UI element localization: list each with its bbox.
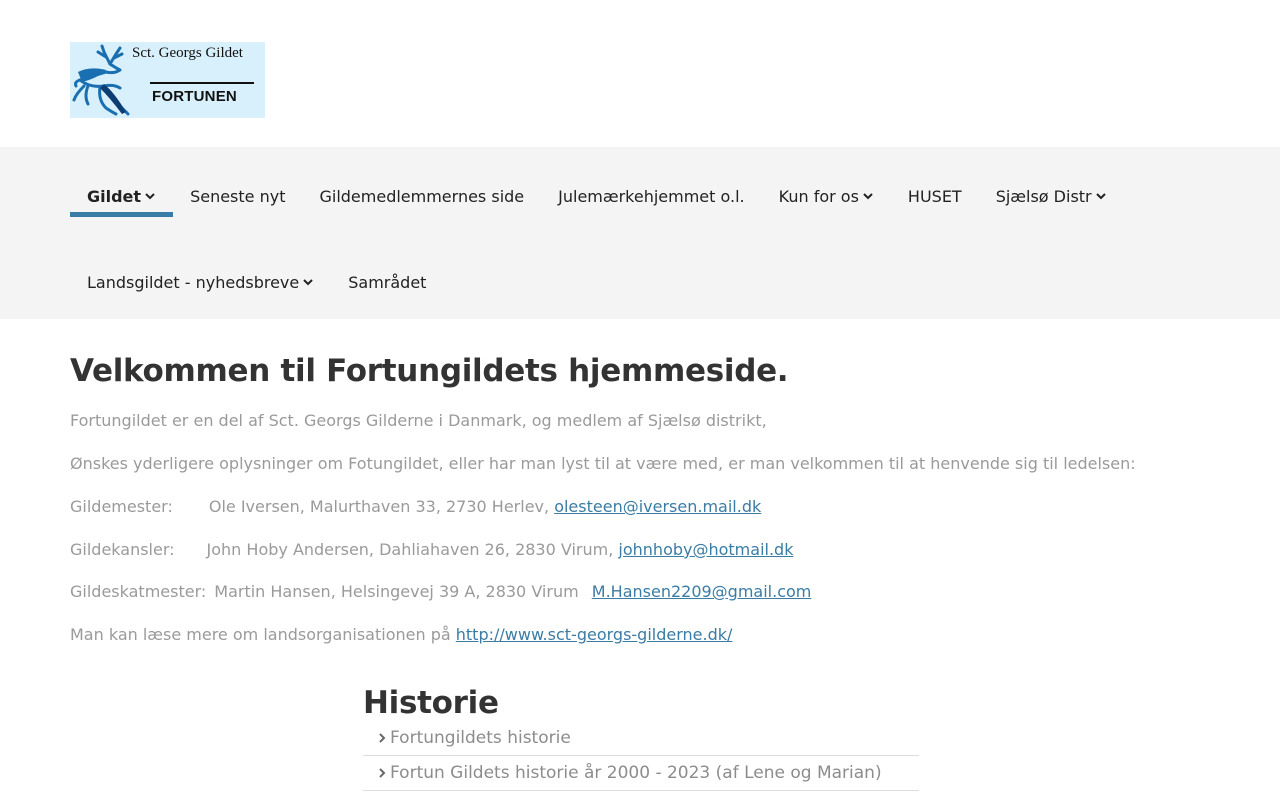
email-link-gildeskatmester[interactable]: M.Hansen2209@gmail.com bbox=[592, 582, 812, 601]
logo-title: Sct. Georgs Gildet bbox=[132, 45, 243, 61]
nav-item-huset[interactable]: HUSET bbox=[891, 176, 979, 216]
chevron-down-icon bbox=[863, 193, 873, 200]
contact-details: John Hoby Andersen, Dahliahaven 26, 2830… bbox=[206, 540, 614, 559]
history-title: Historie bbox=[363, 685, 499, 721]
main-navigation: Gildet Seneste nyt Gildemedlemmernes sid… bbox=[0, 147, 1280, 319]
nav-label: HUSET bbox=[907, 186, 962, 206]
email-link-gildemester[interactable]: olesteen@iversen.mail.dk bbox=[554, 497, 761, 516]
nav-item-kun-for-os[interactable]: Kun for os bbox=[762, 176, 891, 216]
site-header: Sct. Georgs Gildet FORTUNEN bbox=[0, 0, 1280, 147]
page-title: Velkommen til Fortungildets hjemmeside. bbox=[70, 353, 789, 389]
chevron-right-icon bbox=[379, 768, 386, 778]
nav-item-samraadet[interactable]: Samrådet bbox=[331, 262, 443, 302]
nav-label: Sjælsø Distr bbox=[995, 186, 1092, 206]
chevron-down-icon bbox=[1095, 193, 1106, 200]
nav-label: Julemærkehjemmet o.l. bbox=[558, 186, 745, 206]
chevron-down-icon bbox=[145, 193, 155, 200]
history-item-label: Fortungildets historie bbox=[390, 728, 571, 748]
nav-label: Landsgildet - nyhedsbreve bbox=[87, 272, 300, 292]
more-info-label: Man kan læse mere om landsorganisationen… bbox=[70, 625, 451, 644]
site-logo[interactable]: Sct. Georgs Gildet FORTUNEN bbox=[70, 42, 265, 118]
nav-label: Seneste nyt bbox=[190, 186, 286, 206]
nav-label: Kun for os bbox=[778, 186, 859, 206]
contact-role: Gildemester: bbox=[70, 497, 173, 516]
history-item[interactable]: Fortungildets historie bbox=[363, 721, 919, 756]
history-item[interactable]: Fortun Gildets historie år 2000 - 2023 (… bbox=[363, 756, 919, 791]
chevron-right-icon bbox=[379, 733, 386, 743]
logo-subtitle: FORTUNEN bbox=[152, 88, 237, 105]
contact-details: Martin Hansen, Helsingevej 39 A, 2830 Vi… bbox=[214, 582, 579, 601]
history-section: Historie Fortungildets historie Fortun G… bbox=[363, 685, 919, 791]
nav-item-landsgildet[interactable]: Landsgildet - nyhedsbreve bbox=[70, 262, 331, 302]
more-info-text: Man kan læse mere om landsorganisationen… bbox=[70, 625, 732, 644]
contact-details: Ole Iversen, Malurthaven 33, 2730 Herlev… bbox=[208, 497, 550, 516]
contact-gildemester: Gildemester: Ole Iversen, Malurthaven 33,… bbox=[70, 497, 761, 516]
nav-label: Gildet bbox=[87, 186, 142, 206]
contact-gildeskatmester: Gildeskatmester: Martin Hansen, Helsingev… bbox=[70, 582, 811, 601]
contact-intro-text: Ønskes yderligere oplysninger om Fotungi… bbox=[70, 454, 1136, 473]
logo-divider bbox=[150, 82, 254, 84]
email-link-gildekansler[interactable]: johnhoby@hotmail.dk bbox=[618, 540, 793, 559]
intro-text: Fortungildet er en del af Sct. Georgs Gi… bbox=[70, 411, 767, 430]
nav-label: Gildemedlemmernes side bbox=[319, 186, 525, 206]
nav-item-gildemedlemmernes-side[interactable]: Gildemedlemmernes side bbox=[302, 176, 541, 216]
nav-row-1: Gildet Seneste nyt Gildemedlemmernes sid… bbox=[70, 176, 1124, 217]
history-item-label: Fortun Gildets historie år 2000 - 2023 (… bbox=[390, 763, 882, 783]
landsorganisation-link[interactable]: http://www.sct-georgs-gilderne.dk/ bbox=[456, 625, 733, 644]
nav-item-julemaerkehjemmet[interactable]: Julemærkehjemmet o.l. bbox=[541, 176, 762, 216]
chevron-down-icon bbox=[303, 279, 313, 286]
nav-item-seneste-nyt[interactable]: Seneste nyt bbox=[173, 176, 302, 216]
nav-row-2: Landsgildet - nyhedsbreve Samrådet bbox=[70, 262, 443, 302]
nav-item-sjaelso-distr[interactable]: Sjælsø Distr bbox=[979, 176, 1124, 216]
contact-gildekansler: Gildekansler: John Hoby Andersen, Dahliah… bbox=[70, 540, 793, 559]
contact-role: Gildeskatmester: bbox=[70, 582, 207, 601]
nav-item-gildet[interactable]: Gildet bbox=[70, 176, 174, 217]
nav-label: Samrådet bbox=[348, 272, 427, 292]
contact-role: Gildekansler: bbox=[70, 540, 175, 559]
